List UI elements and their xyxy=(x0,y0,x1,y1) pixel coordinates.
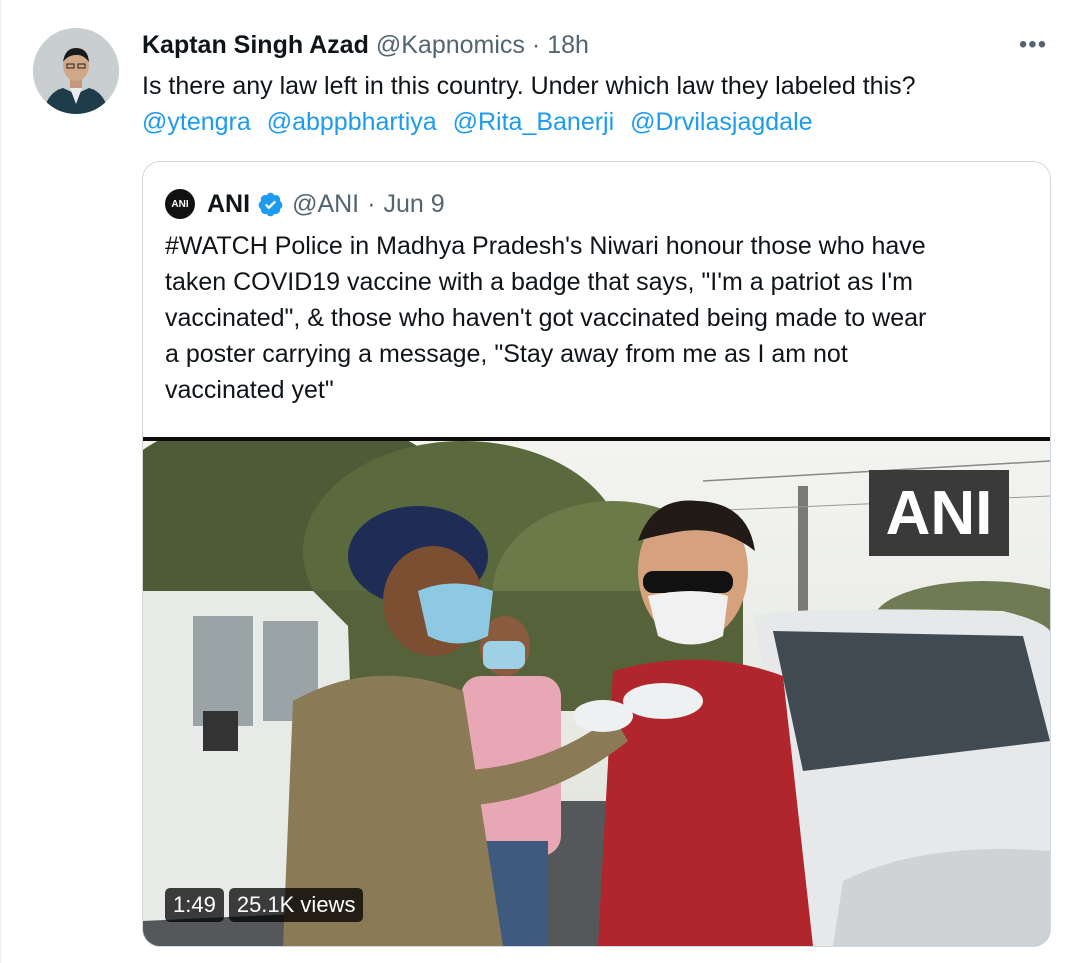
video-duration: 1:49 xyxy=(165,888,224,922)
quoted-tweet-header: ANI ANI @ANI · Jun 9 xyxy=(165,186,445,222)
verified-badge-icon xyxy=(258,192,283,216)
quoted-tweet-card[interactable]: ANI ANI @ANI · Jun 9 #WATCH Police in Ma… xyxy=(142,161,1051,947)
video-stats: 1:49 25.1K views xyxy=(165,888,364,922)
quoted-author-handle[interactable]: @ANI xyxy=(292,190,359,219)
mention-link[interactable]: @Drvilasjagdale xyxy=(630,108,812,136)
quoted-text-line: vaccinated yet" xyxy=(165,376,334,404)
quoted-author-name[interactable]: ANI xyxy=(207,190,250,219)
more-options-button[interactable]: ••• xyxy=(1013,30,1053,60)
tweet-mentions: @ytengra @abppbhartiya @Rita_Banerji @Dr… xyxy=(142,104,822,140)
tweet-text: Is there any law left in this country. U… xyxy=(142,72,916,100)
author-name[interactable]: Kaptan Singh Azad xyxy=(142,31,369,60)
timeline-divider xyxy=(0,0,1,963)
quoted-text-line: #WATCH Police in Madhya Pradesh's Niwari… xyxy=(165,232,926,260)
more-horizontal-icon: ••• xyxy=(1018,31,1048,58)
quoted-text-line: vaccinated", & those who haven't got vac… xyxy=(165,304,927,332)
tweet-timestamp[interactable]: 18h xyxy=(547,31,589,60)
author-avatar[interactable] xyxy=(33,28,119,114)
tweet-header: Kaptan Singh Azad @Kapnomics · 18h xyxy=(142,28,589,62)
quoted-text-line: a poster carrying a message, "Stay away … xyxy=(165,340,848,368)
quoted-tweet-text: #WATCH Police in Madhya Pradesh's Niwari… xyxy=(165,228,1035,408)
quoted-author-avatar[interactable]: ANI xyxy=(165,189,195,219)
quoted-header-separator: · xyxy=(367,189,376,218)
video-view-count: 25.1K views xyxy=(228,888,364,922)
header-separator: · xyxy=(531,30,541,59)
ani-watermark: ANI xyxy=(869,470,1009,556)
mention-link[interactable]: @abppbhartiya xyxy=(267,108,437,136)
author-handle[interactable]: @Kapnomics xyxy=(376,31,525,60)
quoted-tweet-date[interactable]: Jun 9 xyxy=(383,190,444,219)
quoted-text-line: taken COVID19 vaccine with a badge that … xyxy=(165,268,913,296)
author-avatar-image xyxy=(33,28,119,114)
mention-link[interactable]: @ytengra xyxy=(142,108,251,136)
mention-link[interactable]: @Rita_Banerji xyxy=(453,108,615,136)
video-player[interactable]: ANI 1:49 25.1K views xyxy=(143,437,1050,946)
